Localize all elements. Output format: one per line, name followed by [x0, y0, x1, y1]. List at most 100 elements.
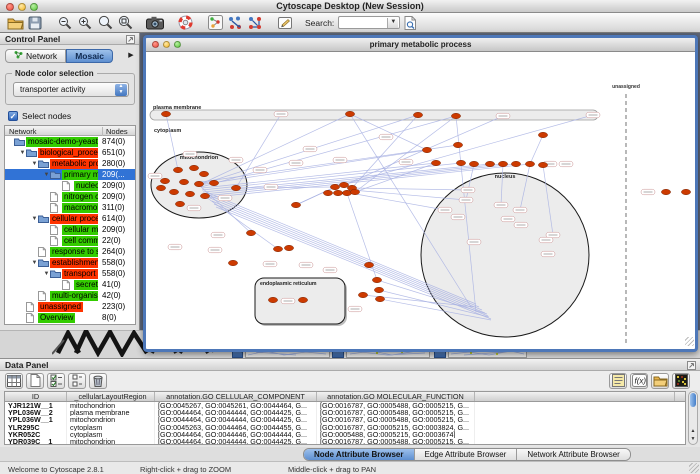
column-header[interactable]: ID [5, 392, 67, 401]
tree-row-biological-process[interactable]: ▼biological_process651(0) [5, 147, 135, 158]
network-node[interactable] [358, 292, 367, 297]
open-folder-button[interactable] [5, 14, 25, 32]
import-attributes-button[interactable] [651, 373, 669, 389]
zoom-selected-button[interactable] [95, 14, 115, 32]
zoom-in-button[interactable] [75, 14, 95, 32]
tree-row-establishment-of-lo[interactable]: ▼establishment of lo558(0) [5, 257, 135, 268]
scrollbar-thumb[interactable] [690, 393, 696, 407]
network-node[interactable] [469, 161, 478, 166]
attribute-list-button[interactable] [609, 373, 627, 389]
zoom-fit-button[interactable] [115, 14, 135, 32]
expand-arrow-icon[interactable]: ▼ [19, 150, 26, 156]
select-attributes-button[interactable] [47, 373, 65, 389]
network-node[interactable] [661, 189, 670, 194]
tree-row-macromolecule[interactable]: macromolecule311(0) [5, 202, 135, 213]
tree-row-cellular-metabol[interactable]: cellular metabol209(0) [5, 224, 135, 235]
tab-overflow-arrow[interactable]: ▶ [125, 49, 137, 63]
network-node[interactable] [485, 161, 494, 166]
minimize-view-button[interactable] [163, 41, 170, 48]
network-window-titlebar[interactable]: primary metabolic process [146, 38, 695, 52]
tree-row-nucleobase-[interactable]: nucleobase-209(0) [5, 180, 135, 191]
network-node[interactable] [194, 181, 203, 186]
table-row[interactable]: YPL036W__2plasma membrane[GO:0044464, GO… [5, 409, 685, 416]
network-node[interactable] [372, 277, 381, 282]
network-node[interactable] [185, 191, 194, 196]
tree-row-cellular-process[interactable]: ▼cellular process614(0) [5, 213, 135, 224]
network-node[interactable] [330, 184, 339, 189]
select-nodes-checkbox[interactable]: ✓ [8, 111, 18, 121]
expand-arrow-icon[interactable]: ▼ [43, 271, 50, 277]
network-node[interactable] [345, 111, 354, 116]
table-row[interactable]: YKR052Ccytoplasm[GO:0044464, GO:0044446,… [5, 431, 685, 438]
column-header[interactable]: annotation.GO MOLECULAR_FUNCTION [317, 392, 475, 401]
network-node[interactable] [200, 193, 209, 198]
network-node[interactable] [453, 142, 462, 147]
tree-row-overview[interactable]: Overview8(0) [5, 312, 135, 323]
tree-row-metabolic-process[interactable]: ▼metabolic process280(0) [5, 158, 135, 169]
tab-node-attribute-browser[interactable]: Node Attribute Browser [304, 449, 415, 460]
network-node[interactable] [451, 113, 460, 118]
network-node[interactable] [538, 162, 547, 167]
node-color-dropdown[interactable]: transporter activity ▲▼ [13, 82, 129, 97]
network-node[interactable] [161, 111, 170, 116]
tree-row-mosaic-demo-yeast[interactable]: mosaic-demo-yeast874(0) [5, 136, 135, 147]
minimize-window-button[interactable] [18, 3, 26, 11]
tab-edge-attribute-browser[interactable]: Edge Attribute Browser [415, 449, 518, 460]
network-node[interactable] [431, 160, 440, 165]
formula-fx-button[interactable]: f(x) [630, 373, 648, 389]
network-canvas[interactable]: plasma membranecytoplasmmitochondrionnuc… [146, 52, 695, 347]
zoom-out-button[interactable] [55, 14, 75, 32]
expand-arrow-icon[interactable]: ▼ [31, 216, 38, 222]
network-node[interactable] [160, 178, 169, 183]
layout-network-1-button[interactable] [225, 14, 245, 32]
attribute-table-button[interactable] [5, 373, 23, 389]
close-view-button[interactable] [152, 41, 159, 48]
tab-network-attribute-browser[interactable]: Network Attribute Browser [517, 449, 629, 460]
zoom-window-button[interactable] [30, 3, 38, 11]
network-node[interactable] [364, 262, 373, 267]
unselect-attributes-button[interactable] [68, 373, 86, 389]
table-row[interactable]: YJR121W__1mitochondrion[GO:0045267, GO:0… [5, 402, 685, 409]
attribute-matrix-button[interactable] [672, 373, 690, 389]
layout-network-2-button[interactable] [245, 14, 265, 32]
close-window-button[interactable] [6, 3, 14, 11]
zoom-view-button[interactable] [174, 41, 181, 48]
network-node[interactable] [199, 171, 208, 176]
network-node[interactable] [175, 201, 184, 206]
table-row[interactable]: YDR039C__1mitochondrion[GO:0044464, GO:0… [5, 438, 685, 445]
network-node[interactable] [511, 161, 520, 166]
network-node[interactable] [538, 132, 547, 137]
table-row[interactable]: YLR295Ccytoplasm[GO:0045263, GO:0044464,… [5, 424, 685, 431]
network-node[interactable] [246, 230, 255, 235]
help-ring-button[interactable] [175, 14, 195, 32]
column-header[interactable]: annotation.GO CELLULAR_COMPONENT [155, 392, 317, 401]
tree-row-response-to-stimulu[interactable]: response to stimulu264(0) [5, 246, 135, 257]
tree-row-primary-metabo[interactable]: ▼primary metabo209(... [5, 169, 135, 180]
new-attribute-button[interactable] [26, 373, 44, 389]
tree-row-secretion[interactable]: secretion41(0) [5, 279, 135, 290]
network-node[interactable] [291, 202, 300, 207]
network-node[interactable] [284, 245, 293, 250]
network-node[interactable] [273, 246, 282, 251]
expand-arrow-icon[interactable]: ▼ [43, 172, 50, 178]
tab-network[interactable]: Network [5, 49, 66, 63]
network-node[interactable] [298, 297, 307, 302]
table-row[interactable]: YPL036W__1mitochondrion[GO:0044464, GO:0… [5, 416, 685, 423]
network-node[interactable] [156, 185, 165, 190]
tree-row-multi-organism-pro[interactable]: multi-organism pro42(0) [5, 290, 135, 301]
expand-arrow-icon[interactable]: ▼ [31, 161, 38, 167]
network-node[interactable] [525, 161, 534, 166]
network-node[interactable] [375, 296, 384, 301]
network-node[interactable] [169, 189, 178, 194]
table-scrollbar[interactable]: ▲ ▼ [688, 391, 698, 445]
network-overview-button[interactable] [205, 14, 225, 32]
delete-attribute-button[interactable] [89, 373, 107, 389]
network-node[interactable] [374, 287, 383, 292]
float-panel-icon[interactable] [126, 35, 135, 47]
network-node[interactable] [209, 180, 218, 185]
annotation-button[interactable] [275, 14, 295, 32]
scroll-down-arrow[interactable]: ▼ [689, 435, 697, 443]
network-node[interactable] [231, 185, 240, 190]
network-node[interactable] [268, 297, 277, 302]
network-node[interactable] [323, 190, 332, 195]
